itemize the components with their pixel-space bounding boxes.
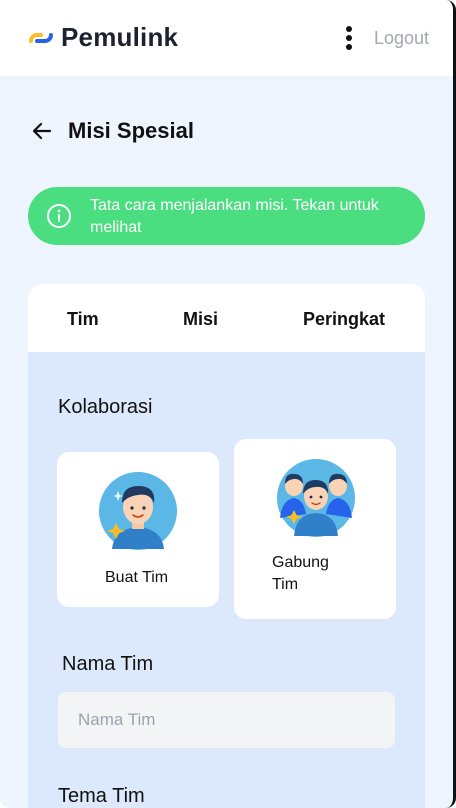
team-theme-label: Tema Tim <box>58 785 145 807</box>
app-name: Pemulink <box>61 22 179 52</box>
banner-text: Tata cara menjalankan misi. Tekan untuk … <box>90 197 379 236</box>
group-people-icon <box>277 459 355 537</box>
more-menu-icon[interactable] <box>340 24 358 52</box>
create-team-option[interactable]: Buat Tim <box>57 452 219 607</box>
tab-bar: Tim Misi Peringkat <box>28 284 425 352</box>
app-logo[interactable]: Pemulink <box>27 22 178 53</box>
back-arrow-icon[interactable] <box>30 119 54 143</box>
mission-guide-banner[interactable]: Tata cara menjalankan misi. Tekan untuk … <box>28 187 425 245</box>
logout-button[interactable]: Logout <box>374 28 429 49</box>
join-team-label: Gabung Tim <box>272 554 329 593</box>
app-frame: Pemulink Logout Misi Spesial Tata cara m… <box>0 0 456 808</box>
team-name-input[interactable] <box>58 692 395 748</box>
join-team-option[interactable]: Gabung Tim <box>234 439 396 619</box>
page-title: Misi Spesial <box>68 118 194 143</box>
tab-tim[interactable]: Tim <box>67 309 99 330</box>
tab-peringkat[interactable]: Peringkat <box>303 309 385 330</box>
page-header: Misi Spesial <box>30 118 194 144</box>
team-name-label: Nama Tim <box>62 653 154 675</box>
mission-card: Tim Misi Peringkat Kolaborasi Buat Tim G… <box>28 284 425 808</box>
collab-title: Kolaborasi <box>58 396 153 418</box>
single-person-sparkle-icon <box>99 472 177 550</box>
info-icon <box>47 204 71 228</box>
create-team-label: Buat Tim <box>105 569 169 586</box>
tab-misi[interactable]: Misi <box>183 309 218 330</box>
top-bar: Pemulink Logout <box>0 0 453 76</box>
link-logo-icon <box>29 32 53 43</box>
